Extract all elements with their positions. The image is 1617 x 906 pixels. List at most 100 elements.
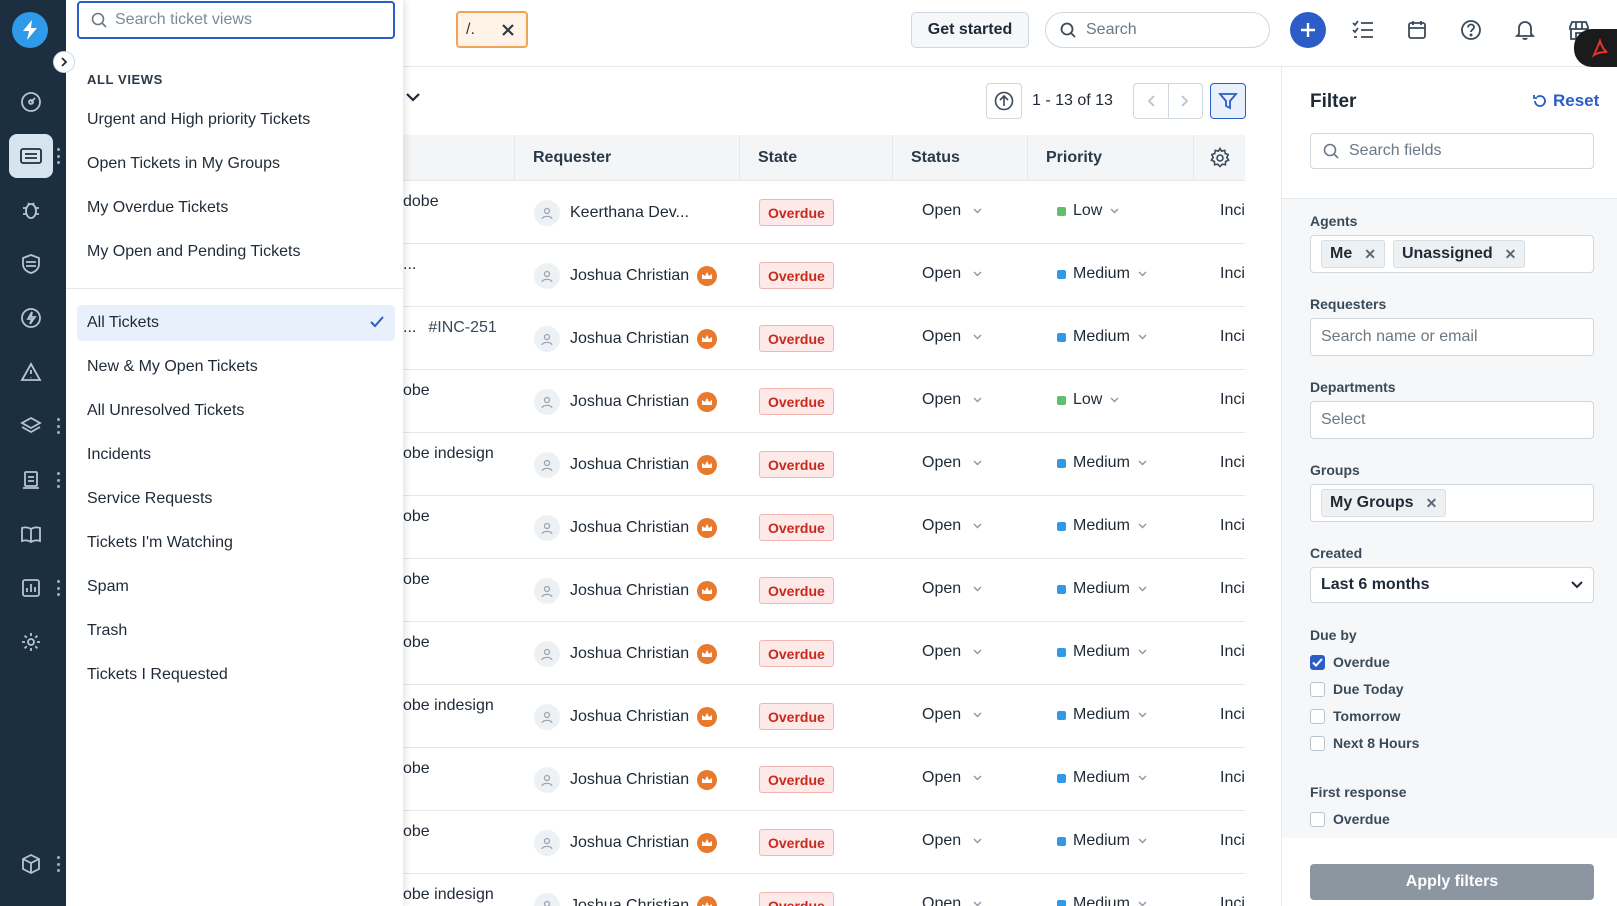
search-ticket-views-field[interactable] [77,1,395,39]
checkbox-option[interactable]: Due Today [1310,681,1404,697]
remove-tag-icon[interactable]: ✕ [1364,246,1376,263]
ticket-subject[interactable]: obe [403,571,430,589]
table-row[interactable]: obe Joshua Christian Overdue Open Medium Inci [403,811,1245,874]
view-item[interactable]: Tickets I'm Watching [77,525,395,561]
notifications-bell-icon[interactable] [1512,17,1538,43]
priority-dropdown[interactable]: Medium [1057,328,1147,346]
search-ticket-views-input[interactable] [115,11,375,29]
ticket-subject[interactable]: dobe [403,193,439,211]
requester-cell[interactable]: Joshua Christian [534,326,718,352]
requester-cell[interactable]: Joshua Christian [534,515,718,541]
global-search-input[interactable]: Search [1045,12,1270,48]
solutions-book-icon[interactable] [9,512,53,556]
status-dropdown[interactable]: Open [922,265,982,283]
next-page-button[interactable] [1167,84,1203,118]
checkbox-checked[interactable] [1310,654,1325,670]
apply-filters-button[interactable]: Apply filters [1310,864,1594,900]
column-header-requester[interactable]: Requester [514,135,739,181]
checkbox-unchecked[interactable] [1310,708,1325,724]
view-item[interactable]: Urgent and High priority Tickets [77,102,395,138]
requester-cell[interactable]: Joshua Christian [534,452,718,478]
view-item[interactable]: All Unresolved Tickets [77,393,395,429]
checkbox-unchecked[interactable] [1310,811,1325,827]
column-header-priority[interactable]: Priority [1027,135,1193,181]
view-item[interactable]: Incidents [77,437,395,473]
table-row[interactable]: ... Joshua Christian Overdue Open Medium Inci [403,244,1245,307]
contracts-document-icon[interactable] [9,458,53,502]
calendar-icon[interactable] [1404,17,1430,43]
column-header-status[interactable]: Status [892,135,1027,181]
ticket-subject[interactable]: obe indesign [403,886,494,904]
assets-more-dots[interactable] [55,418,61,434]
status-dropdown[interactable]: Open [922,391,982,409]
ticket-subject[interactable]: ... #INC-251 [403,319,497,337]
ticket-subject[interactable]: obe [403,760,430,778]
groups-field[interactable]: My Groups ✕ [1310,484,1594,522]
agents-field[interactable]: Me ✕ Unassigned ✕ [1310,235,1594,273]
status-dropdown[interactable]: Open [922,517,982,535]
checkbox-option[interactable]: Overdue [1310,811,1390,827]
column-header-state[interactable]: State [739,135,892,181]
priority-dropdown[interactable]: Low [1057,202,1119,220]
checkbox-unchecked[interactable] [1310,681,1325,697]
ticket-subject[interactable]: ... [403,256,416,274]
admin-gear-icon[interactable] [9,620,53,664]
view-item[interactable]: All Tickets [77,305,395,341]
priority-dropdown[interactable]: Medium [1057,643,1147,661]
table-row[interactable]: obe Joshua Christian Overdue Open Low Inci [403,370,1245,433]
view-item[interactable]: Tickets I Requested [77,657,395,693]
releases-bolt-icon[interactable] [9,296,53,340]
table-row[interactable]: obe Joshua Christian Overdue Open Medium Inci [403,622,1245,685]
requester-cell[interactable]: Keerthana Dev... [534,200,689,226]
view-item[interactable]: Trash [77,613,395,649]
priority-dropdown[interactable]: Medium [1057,895,1147,906]
close-icon[interactable] [502,23,514,36]
checkbox-option[interactable]: Tomorrow [1310,708,1400,724]
dashboard-icon[interactable] [9,80,53,124]
create-new-button[interactable] [1290,12,1326,48]
table-row[interactable]: obe Joshua Christian Overdue Open Medium Inci [403,496,1245,559]
requester-cell[interactable]: Joshua Christian [534,641,718,667]
ticket-subject[interactable]: obe indesign [403,697,494,715]
table-row[interactable]: obe indesign Joshua Christian Overdue Open M… [403,685,1245,748]
pdf-extension-icon[interactable] [1574,29,1617,67]
assets-layers-icon[interactable] [9,404,53,448]
ticket-subject[interactable]: obe [403,634,430,652]
apps-cube-icon[interactable] [9,842,53,886]
changes-shield-icon[interactable] [9,242,53,286]
expand-sidebar-button[interactable] [53,51,75,73]
priority-dropdown[interactable]: Medium [1057,580,1147,598]
remove-tag-icon[interactable]: ✕ [1505,246,1517,263]
priority-dropdown[interactable]: Medium [1057,769,1147,787]
view-item[interactable]: Service Requests [77,481,395,517]
table-row[interactable]: obe Joshua Christian Overdue Open Medium Inci [403,559,1245,622]
help-icon[interactable] [1458,17,1484,43]
analytics-more-dots[interactable] [55,580,61,596]
status-dropdown[interactable]: Open [922,895,982,906]
table-row[interactable]: ... #INC-251 Joshua Christian Overdue Open Me… [403,307,1245,370]
view-item[interactable]: My Open and Pending Tickets [77,234,395,270]
get-started-button[interactable]: Get started [911,12,1029,48]
requester-cell[interactable]: Joshua Christian [534,767,718,793]
priority-dropdown[interactable]: Medium [1057,517,1147,535]
priority-dropdown[interactable]: Medium [1057,454,1147,472]
apps-more-dots[interactable] [55,856,61,872]
view-item[interactable]: New & My Open Tickets [77,349,395,385]
priority-dropdown[interactable]: Medium [1057,265,1147,283]
table-row[interactable]: obe indesign Joshua Christian Overdue Open M… [403,433,1245,496]
contracts-more-dots[interactable] [55,472,61,488]
reset-filters-button[interactable]: Reset [1532,91,1599,111]
requester-cell[interactable]: Joshua Christian [534,830,718,856]
filter-toggle-button[interactable] [1210,83,1246,119]
table-row[interactable]: dobe Keerthana Dev... Overdue Open Low Inci [403,181,1245,244]
priority-dropdown[interactable]: Medium [1057,706,1147,724]
status-dropdown[interactable]: Open [922,706,982,724]
priority-dropdown[interactable]: Low [1057,391,1119,409]
status-dropdown[interactable]: Open [922,769,982,787]
view-item[interactable]: My Overdue Tickets [77,190,395,226]
checkbox-unchecked[interactable] [1310,735,1325,751]
priority-dropdown[interactable]: Medium [1057,832,1147,850]
table-row[interactable]: obe Joshua Christian Overdue Open Medium Inci [403,748,1245,811]
status-dropdown[interactable]: Open [922,328,982,346]
departments-field[interactable]: Select [1310,401,1594,439]
